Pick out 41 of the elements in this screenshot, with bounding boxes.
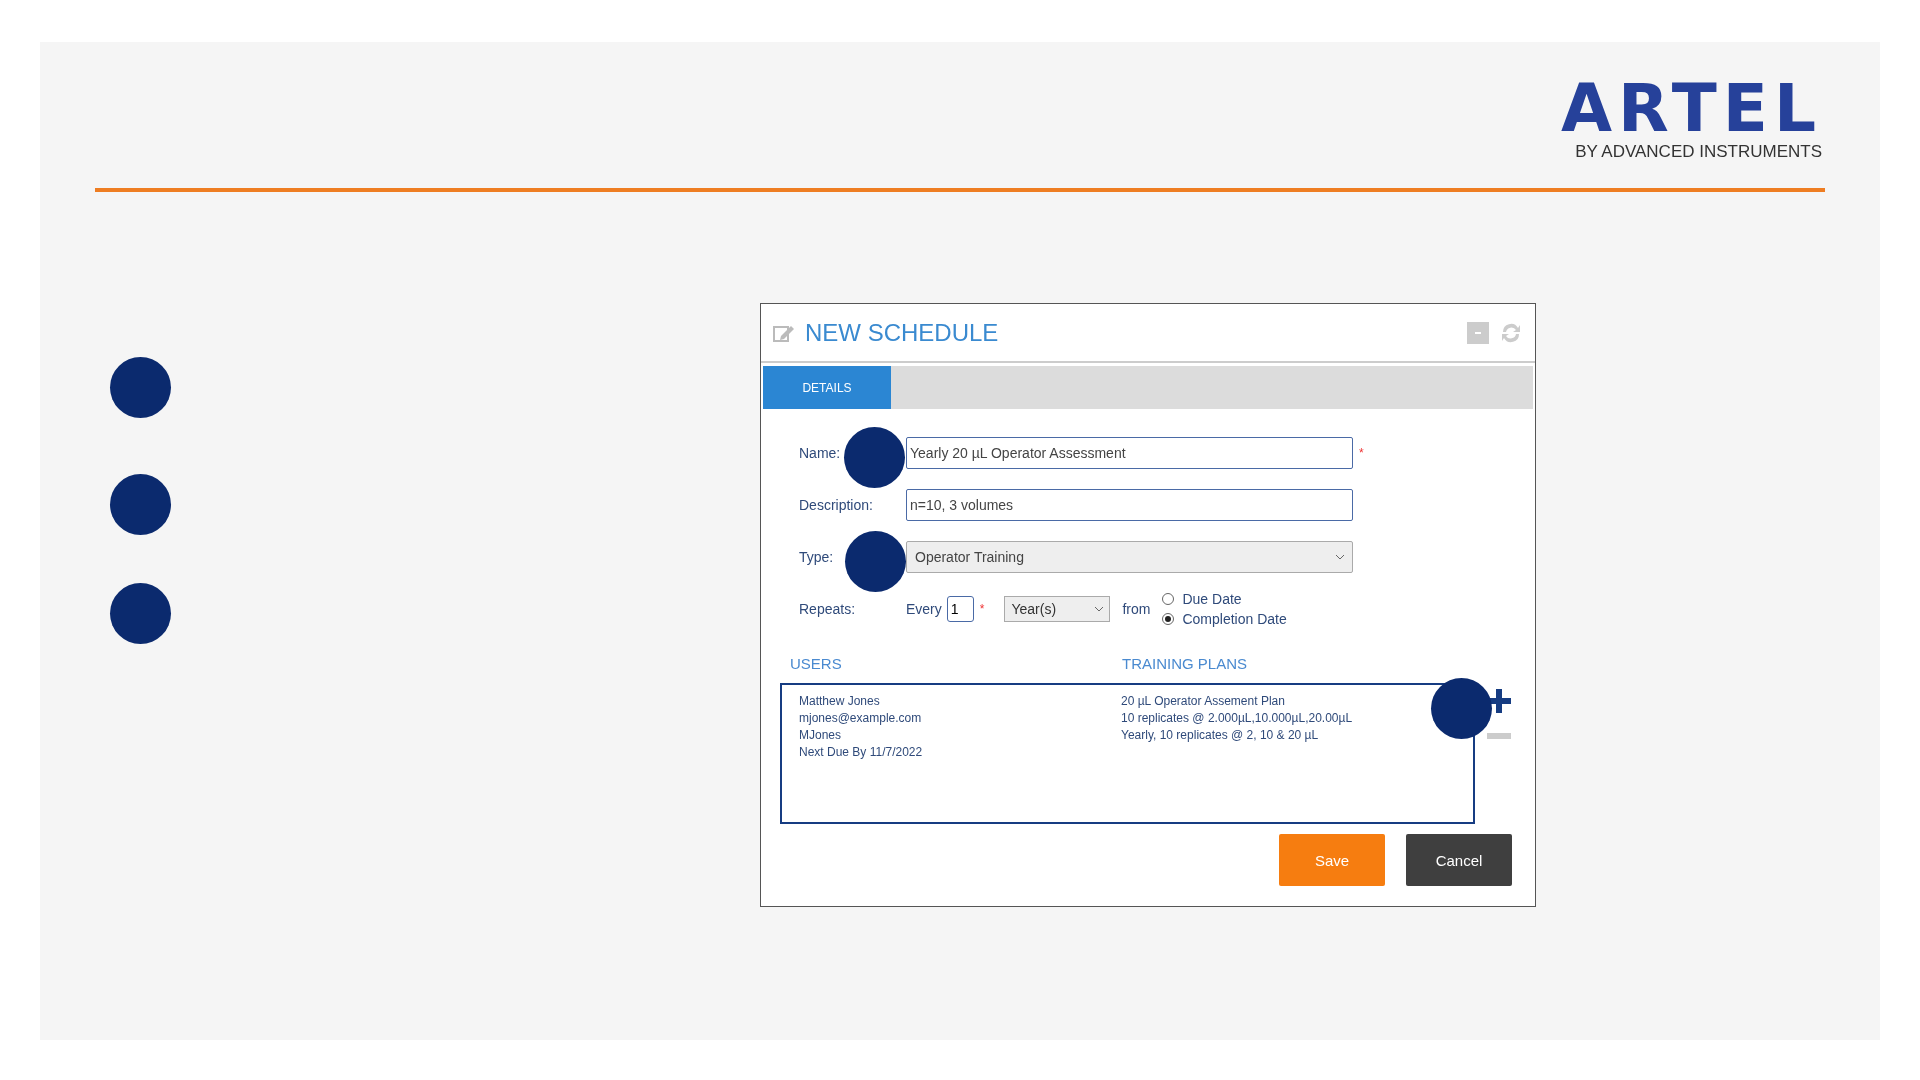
required-mark: * <box>979 602 985 616</box>
unit-dropdown[interactable]: Year(s) <box>1004 596 1111 622</box>
logo-wordmark: ARTEL <box>1560 80 1822 138</box>
type-dropdown[interactable]: Operator Training <box>906 541 1353 573</box>
plan-detail: 10 replicates @ 2.000µL,10.000µL,20.00µL <box>1121 710 1353 727</box>
radio-button[interactable] <box>1162 613 1175 625</box>
plan-detail: Yearly, 10 replicates @ 2, 10 & 20 µL <box>1121 727 1320 744</box>
marker-dot <box>844 427 905 488</box>
plan-detail: 20 µL Operator Assement Plan <box>1121 693 1286 710</box>
field-label: Description: <box>799 497 874 513</box>
name-field[interactable]: Yearly 20 µL Operator Assessment <box>906 437 1353 469</box>
cancel-button[interactable]: Cancel <box>1406 834 1512 886</box>
marker-dot <box>1431 678 1492 739</box>
minimize-icon[interactable] <box>1467 321 1489 344</box>
from-label: from <box>1122 601 1151 617</box>
required-mark: * <box>1359 446 1364 460</box>
radio-label: Completion Date <box>1182 611 1287 627</box>
logo-tagline: BY ADVANCED INSTRUMENTS <box>1575 142 1822 162</box>
marker-dot <box>110 474 171 535</box>
details-tab[interactable]: DETAILS <box>763 366 891 409</box>
remove-icon[interactable] <box>1487 733 1511 739</box>
marker-dot <box>845 531 906 592</box>
chevron-icon <box>1095 606 1104 612</box>
field-label: Name: <box>799 445 842 461</box>
interval-field[interactable]: 1 <box>946 596 974 622</box>
training-plans-heading: TRAINING PLANS <box>1122 655 1248 674</box>
user-detail: Matthew Jones <box>799 693 881 710</box>
field-label: Repeats: <box>799 601 857 617</box>
radio-button[interactable] <box>1162 593 1175 605</box>
description-field[interactable]: n=10, 3 volumes <box>906 489 1353 521</box>
marker-dot <box>110 357 171 418</box>
user-detail: MJones <box>799 727 843 744</box>
radio-label: Due Date <box>1182 591 1242 607</box>
dialog-title: NEW SCHEDULE <box>805 318 1000 347</box>
user-detail: mjones@example.com <box>799 710 923 727</box>
marker-dot <box>110 583 171 644</box>
field-label: Type: <box>799 549 835 565</box>
users-heading: USERS <box>790 655 843 674</box>
user-detail: Next Due By 11/7/2022 <box>799 744 924 761</box>
chevron-icon <box>1336 554 1344 560</box>
every-label: Every <box>906 601 942 617</box>
